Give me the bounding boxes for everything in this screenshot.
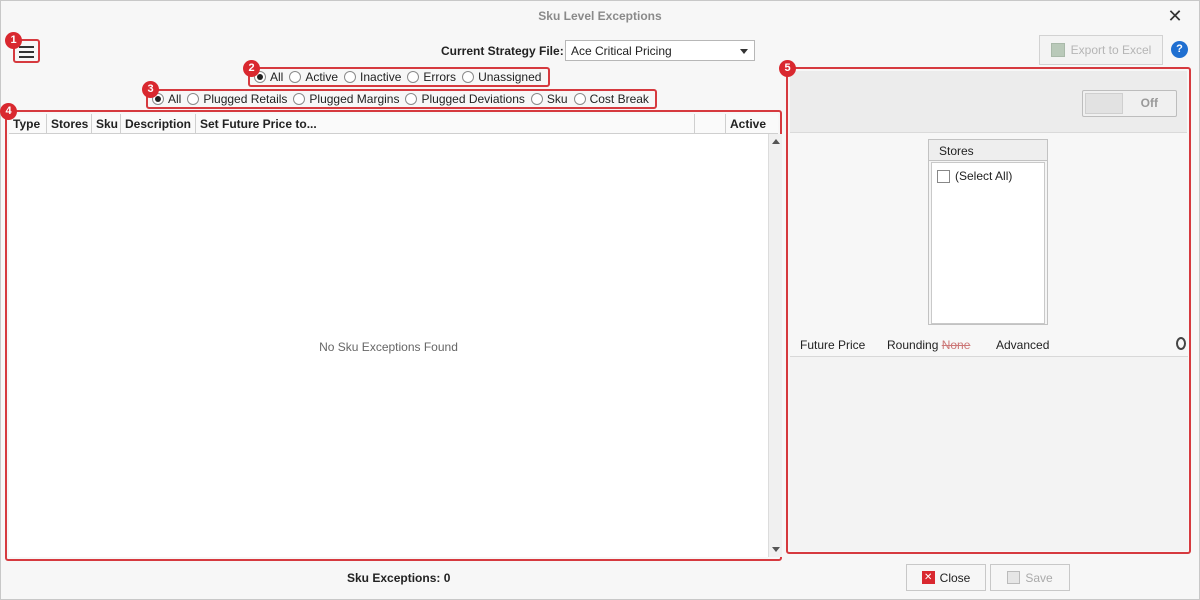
chevron-down-icon (740, 49, 748, 54)
close-icon[interactable]: ✕ (1165, 6, 1185, 26)
tab-content-area (790, 356, 1188, 551)
stores-list: (Select All) (931, 162, 1045, 324)
grid-body: No Sku Exceptions Found (9, 134, 768, 557)
type-filter-plugged-deviations[interactable]: Plugged Deviations (405, 92, 525, 106)
save-button[interactable]: Save (990, 564, 1070, 591)
detail-tabs: Future Price Rounding None Advanced (790, 336, 1190, 356)
callout-badge-1: 1 (5, 32, 22, 49)
radio-icon (344, 71, 357, 83)
grid-header: Type Stores Sku Description Set Future P… (9, 114, 778, 134)
column-header-future-price[interactable]: Set Future Price to... (196, 114, 695, 133)
save-icon (1007, 571, 1021, 584)
column-header-sku[interactable]: Sku (92, 114, 121, 133)
type-filter-plugged-margins[interactable]: Plugged Margins (293, 92, 399, 106)
status-filter-active[interactable]: Active (289, 70, 338, 84)
tab-future-price[interactable]: Future Price (800, 338, 865, 352)
tab-advanced[interactable]: Advanced (996, 338, 1049, 352)
column-header-active[interactable]: Active (726, 114, 771, 133)
strategy-select[interactable]: Ace Critical Pricing (565, 40, 755, 61)
status-filter-group: All Active Inactive Errors Unassigned (248, 67, 550, 87)
radio-icon (187, 93, 200, 105)
select-all-label: (Select All) (955, 169, 1013, 183)
close-icon: ✕ (921, 571, 935, 584)
checkbox-icon (937, 169, 950, 183)
callout-badge-5: 5 (779, 60, 796, 77)
exceptions-count: Sku Exceptions: 0 (347, 571, 451, 585)
status-filter-errors[interactable]: Errors (407, 70, 456, 84)
callout-badge-3: 3 (142, 81, 159, 98)
type-filter-sku[interactable]: Sku (530, 92, 568, 106)
type-filter-cost-break[interactable]: Cost Break (573, 92, 649, 106)
scroll-down-icon[interactable] (772, 547, 780, 552)
tab-rounding[interactable]: Rounding None (887, 338, 970, 352)
on-off-toggle[interactable]: Off (1082, 90, 1177, 117)
export-label: Export to Excel (1070, 43, 1152, 57)
status-filter-inactive[interactable]: Inactive (344, 70, 401, 84)
empty-message: No Sku Exceptions Found (319, 340, 458, 354)
column-header-description[interactable]: Description (121, 114, 196, 133)
stores-header: Stores (929, 140, 1047, 161)
tab-rounding-label: Rounding (887, 338, 939, 352)
radio-icon (289, 71, 302, 83)
callout-badge-4: 4 (0, 103, 17, 120)
help-icon[interactable]: ? (1171, 41, 1188, 58)
radio-icon (405, 93, 418, 105)
exceptions-grid: Type Stores Sku Description Set Future P… (5, 110, 782, 561)
detail-panel-header: Off (790, 71, 1187, 133)
toggle-label: Off (1140, 96, 1158, 110)
menu-icon (19, 46, 34, 48)
type-filter-plugged-retails[interactable]: Plugged Retails (187, 92, 287, 106)
toggle-thumb (1085, 93, 1123, 114)
pin-icon[interactable] (1176, 337, 1186, 350)
scroll-up-icon[interactable] (772, 139, 780, 144)
select-all-checkbox[interactable]: (Select All) (937, 169, 1012, 183)
vertical-scrollbar[interactable] (768, 134, 782, 557)
stores-filter: Stores (Select All) (928, 139, 1048, 325)
radio-icon (407, 71, 420, 83)
rounding-value: None (941, 338, 971, 352)
radio-icon (530, 93, 543, 105)
type-filter-group: All Plugged Retails Plugged Margins Plug… (146, 89, 657, 109)
strategy-select-value: Ace Critical Pricing (571, 44, 672, 58)
radio-icon (573, 93, 586, 105)
column-header-blank[interactable] (695, 114, 726, 133)
export-to-excel-button[interactable]: Export to Excel (1039, 35, 1163, 65)
save-button-label: Save (1025, 570, 1053, 585)
radio-icon (462, 71, 475, 83)
radio-icon (293, 93, 306, 105)
status-filter-unassigned[interactable]: Unassigned (462, 70, 541, 84)
excel-icon (1050, 43, 1065, 57)
close-button[interactable]: ✕ Close (906, 564, 986, 591)
window-title: Sku Level Exceptions (538, 9, 662, 23)
strategy-label: Current Strategy File: (441, 44, 564, 58)
column-header-stores[interactable]: Stores (47, 114, 92, 133)
close-button-label: Close (939, 570, 971, 585)
callout-badge-2: 2 (243, 60, 260, 77)
